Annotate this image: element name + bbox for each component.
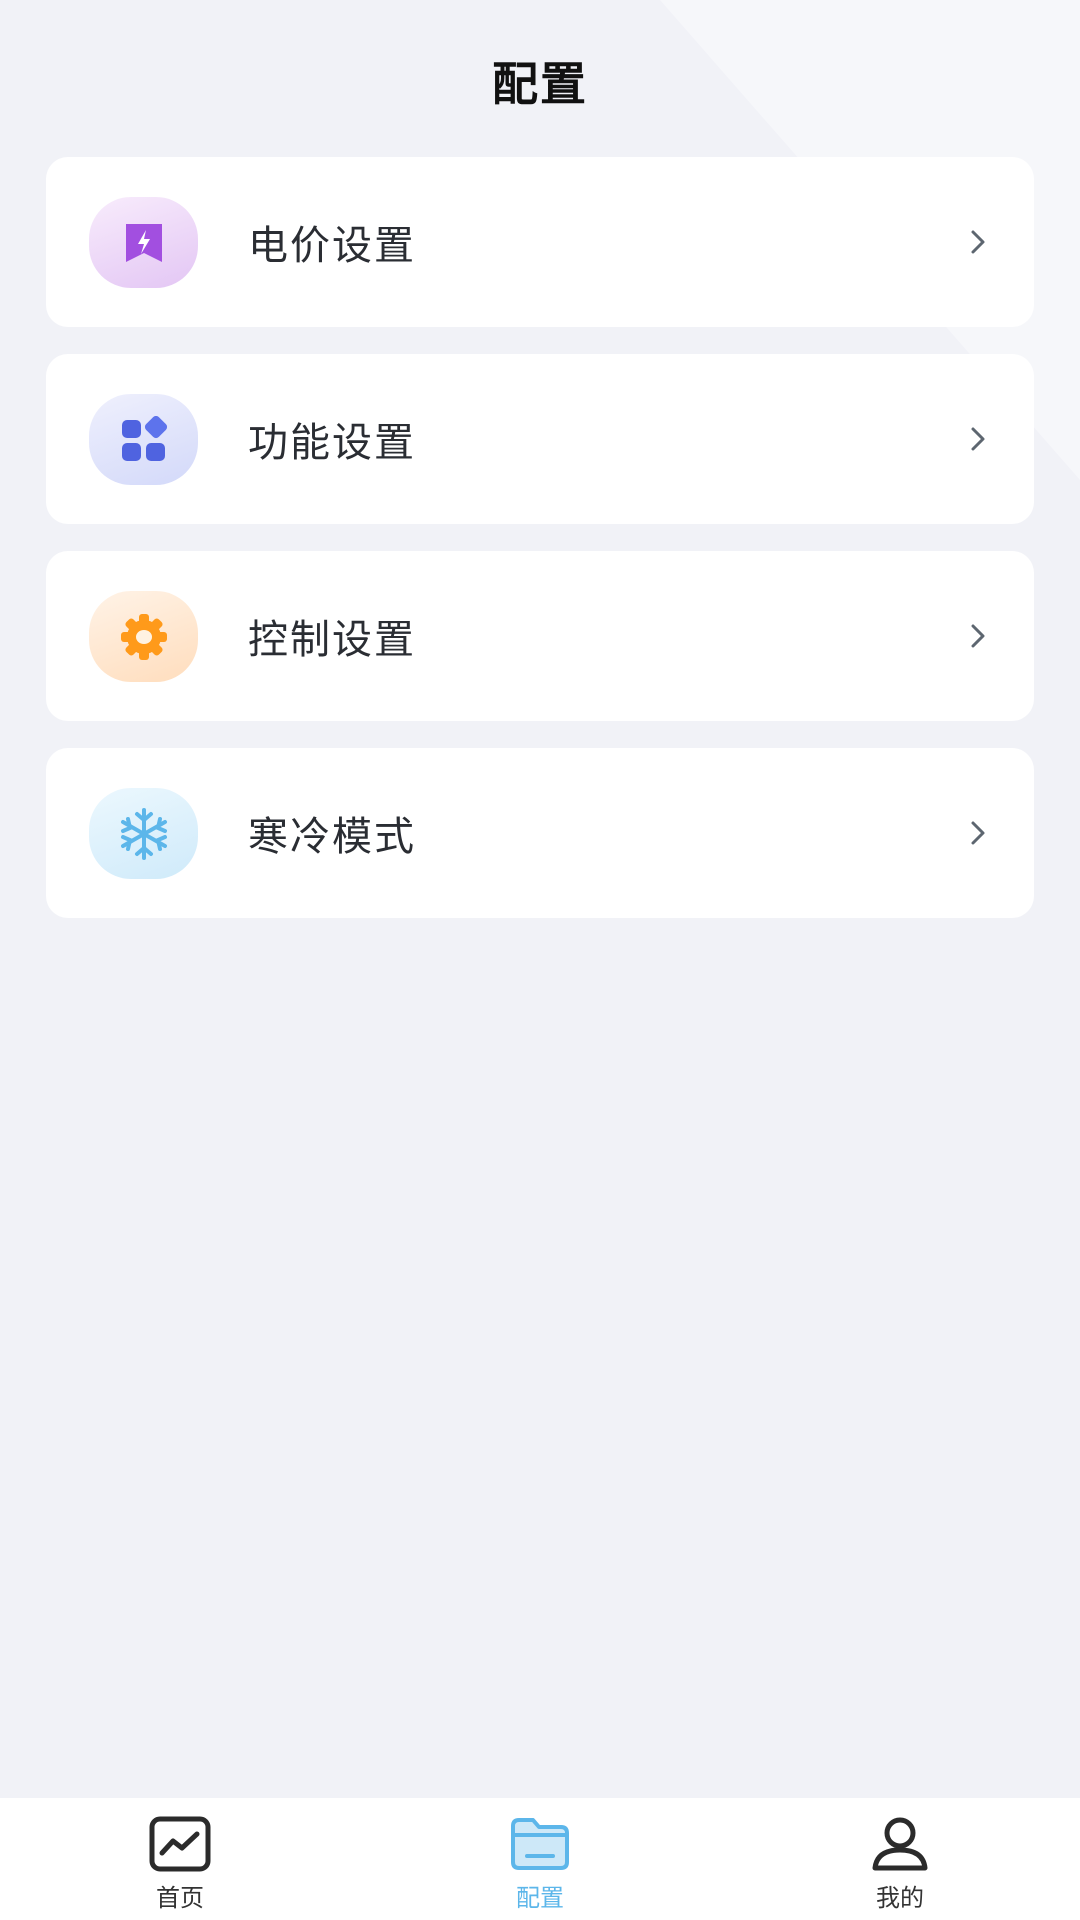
chevron-right-icon bbox=[971, 624, 985, 648]
menu-item-price-settings[interactable]: 电价设置 bbox=[46, 157, 1034, 327]
menu-item-label: 电价设置 bbox=[248, 223, 416, 269]
folder-icon bbox=[511, 1818, 569, 1870]
tab-label: 首页 bbox=[156, 1884, 204, 1912]
apps-grid-icon bbox=[89, 394, 198, 485]
page-header: 配置 bbox=[0, 0, 1080, 160]
bottom-tab-bar: 首页 配置 我的 bbox=[0, 1798, 1080, 1920]
tab-mine[interactable]: 我的 bbox=[720, 1798, 1080, 1920]
tab-label: 配置 bbox=[516, 1884, 564, 1912]
chevron-right-icon bbox=[971, 230, 985, 254]
menu-item-label: 功能设置 bbox=[248, 420, 416, 466]
chevron-right-icon bbox=[971, 427, 985, 451]
tab-config[interactable]: 配置 bbox=[360, 1798, 720, 1920]
menu-item-label: 寒冷模式 bbox=[248, 814, 416, 860]
menu-item-control-settings[interactable]: 控制设置 bbox=[46, 551, 1034, 721]
chevron-right-icon bbox=[971, 821, 985, 845]
snowflake-icon bbox=[89, 788, 198, 879]
person-icon bbox=[872, 1817, 928, 1871]
page-title: 配置 bbox=[492, 57, 588, 111]
menu-item-cold-mode[interactable]: 寒冷模式 bbox=[46, 748, 1034, 918]
menu-item-function-settings[interactable]: 功能设置 bbox=[46, 354, 1034, 524]
settings-menu: 电价设置 功能设置 控制设置 寒冷模式 bbox=[46, 157, 1034, 945]
price-tag-icon bbox=[89, 197, 198, 288]
gear-icon bbox=[89, 591, 198, 682]
tab-home[interactable]: 首页 bbox=[0, 1798, 360, 1920]
menu-item-label: 控制设置 bbox=[248, 617, 416, 663]
tab-label: 我的 bbox=[876, 1884, 924, 1912]
chart-board-icon bbox=[149, 1816, 211, 1872]
